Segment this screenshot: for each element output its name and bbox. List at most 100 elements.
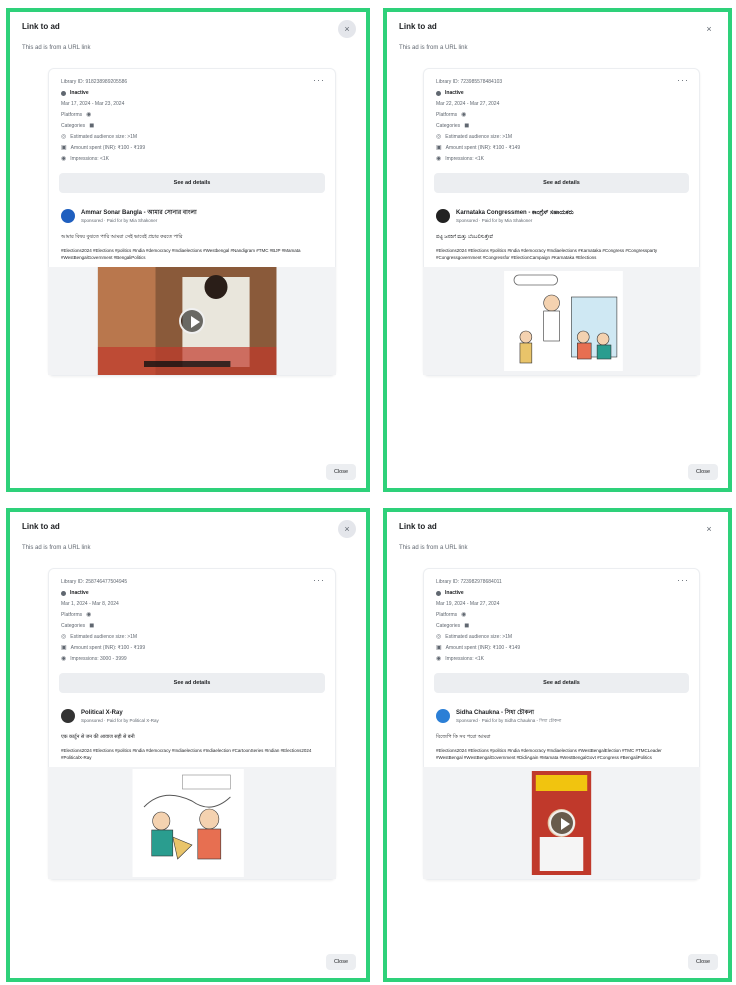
- close-icon[interactable]: ×: [700, 20, 718, 38]
- ad-card: Library ID: 723982978684011 ··· Inactive…: [423, 568, 700, 880]
- platform-icon: ◉: [461, 112, 467, 118]
- avatar[interactable]: [61, 709, 75, 723]
- date-range: Mar 19, 2024 - Mar 27, 2024: [436, 601, 500, 607]
- status-dot-icon: [61, 591, 66, 596]
- see-ad-details-button[interactable]: See ad details: [59, 673, 325, 693]
- status-dot-icon: [436, 91, 441, 96]
- sponsored-label: Sponsored · Paid for by Political X-Ray: [81, 717, 159, 723]
- close-icon[interactable]: ×: [700, 520, 718, 538]
- category-icon: ◼: [464, 623, 470, 629]
- impressions: Impressions: 3000 - 3999: [70, 656, 127, 662]
- close-button[interactable]: Close: [687, 954, 718, 970]
- dialog-subtitle: This ad is from a URL link: [22, 45, 91, 51]
- close-button[interactable]: Close: [325, 954, 356, 970]
- close-icon[interactable]: ×: [338, 520, 356, 538]
- see-ad-details-button[interactable]: See ad details: [434, 173, 689, 193]
- category-icon: ◼: [89, 623, 95, 629]
- categories-label: Categories: [436, 623, 461, 629]
- more-options-icon[interactable]: ···: [677, 75, 689, 86]
- see-ad-details-button[interactable]: See ad details: [434, 673, 689, 693]
- ad-dialog: Link to ad This ad is from a URL link × …: [6, 8, 370, 492]
- avatar[interactable]: [436, 709, 450, 723]
- more-options-icon[interactable]: ···: [313, 75, 325, 86]
- cartoon-image: [48, 767, 336, 879]
- amount-spent: Amount spent (INR): ₹100 - ₹199: [70, 645, 146, 651]
- status-text: Inactive: [70, 590, 89, 596]
- audience-icon: ◎: [61, 634, 67, 640]
- ad-hashtags: #Elections2024 #Elections #politics #Ind…: [61, 748, 312, 760]
- impressions: Impressions: <1K: [445, 156, 485, 162]
- platforms-label: Platforms: [436, 112, 458, 118]
- dialog-subtitle: This ad is from a URL link: [399, 45, 468, 51]
- status-dot-icon: [436, 591, 441, 596]
- impressions-icon: ◉: [436, 656, 442, 662]
- ad-image[interactable]: [423, 267, 700, 375]
- ad-dialog: Link to ad This ad is from a URL link × …: [383, 508, 732, 982]
- dialog-subtitle: This ad is from a URL link: [399, 545, 468, 551]
- library-id: Library ID: 918238989205586: [61, 79, 128, 85]
- more-options-icon[interactable]: ···: [313, 575, 325, 586]
- ad-card: Library ID: 918238989205586 ··· Inactive…: [48, 68, 336, 376]
- platform-icon: ◉: [86, 112, 92, 118]
- ad-hashtags: #Elections2024 #Elections #politics #Ind…: [436, 748, 662, 760]
- date-range: Mar 17, 2024 - Mar 23, 2024: [61, 101, 125, 107]
- ad-image[interactable]: [48, 767, 336, 879]
- advertiser-name[interactable]: Karnataka Congressmen - ಕಾಂಗ್ರೆಸ್ ಸಹಾಯಕರ…: [456, 209, 574, 217]
- ad-body-text: एक कार्टून से जन की आवाज सही से बनी: [61, 734, 135, 740]
- sponsored-label: Sponsored · Paid for by Sidha Chaukna - …: [456, 717, 562, 723]
- library-id: Library ID: 723985578484103: [436, 79, 503, 85]
- play-icon[interactable]: [548, 810, 575, 836]
- more-options-icon[interactable]: ···: [677, 575, 689, 586]
- status-dot-icon: [61, 91, 66, 96]
- impressions-icon: ◉: [61, 156, 67, 162]
- money-icon: ▣: [61, 645, 67, 651]
- platform-icon: ◉: [461, 612, 467, 618]
- audience-size: Estimated audience size: >1M: [445, 134, 513, 140]
- close-button[interactable]: Close: [325, 464, 356, 480]
- advertiser-name[interactable]: Sidha Chaukna - সিধা চৌকনা: [456, 709, 561, 717]
- sponsored-label: Sponsored · Paid for by Mia Shakoner: [81, 217, 158, 223]
- library-id: Library ID: 723982978684011: [436, 579, 502, 585]
- avatar[interactable]: [436, 209, 450, 223]
- category-icon: ◼: [464, 123, 470, 129]
- ad-hashtags: #Elections2024 #Elections #politics #Ind…: [436, 248, 658, 260]
- ad-dialog: Link to ad This ad is from a URL link × …: [383, 8, 732, 492]
- amount-spent: Amount spent (INR): ₹100 - ₹199: [70, 145, 146, 151]
- avatar[interactable]: [61, 209, 75, 223]
- dialog-title: Link to ad: [399, 22, 437, 31]
- advertiser-name[interactable]: Political X-Ray: [81, 709, 159, 717]
- ad-video[interactable]: [48, 267, 336, 375]
- categories-label: Categories: [61, 123, 86, 129]
- date-range: Mar 1, 2024 - Mar 8, 2024: [61, 601, 119, 607]
- see-ad-details-button[interactable]: See ad details: [59, 173, 325, 193]
- advertiser-header: Political X-Ray Sponsored · Paid for by …: [49, 705, 335, 727]
- ad-video[interactable]: [423, 767, 700, 879]
- ad-meta: Library ID: 723982978684011 ··· Inactive…: [424, 569, 699, 669]
- ad-card: Library ID: 723985578484103 ··· Inactive…: [423, 68, 700, 376]
- play-icon[interactable]: [179, 308, 205, 334]
- category-icon: ◼: [89, 123, 95, 129]
- dialog-title: Link to ad: [399, 522, 437, 531]
- library-id: Library ID: 258746477504945: [61, 579, 128, 585]
- ad-body-text: বিজেপি কি সব পরো আমরা: [436, 734, 491, 740]
- money-icon: ▣: [61, 145, 67, 151]
- ad-body-text: আমার বিষয় বুঝতে পারি আমরা সেই ভাবেই প্র…: [61, 234, 183, 240]
- date-range: Mar 22, 2024 - Mar 27, 2024: [436, 101, 500, 107]
- advertiser-header: Sidha Chaukna - সিধা চৌকনা Sponsored · P…: [424, 705, 699, 727]
- ad-hashtags: #Elections2024 #Elections #politics #Ind…: [61, 248, 301, 260]
- categories-label: Categories: [436, 123, 461, 129]
- ad-meta: Library ID: 723985578484103 ··· Inactive…: [424, 69, 699, 169]
- close-button[interactable]: Close: [687, 464, 718, 480]
- money-icon: ▣: [436, 145, 442, 151]
- impressions: Impressions: <1K: [445, 656, 485, 662]
- status-text: Inactive: [445, 90, 464, 96]
- advertiser-name[interactable]: Ammar Sonar Bangla - আমার সোনার বাংলা: [81, 209, 197, 217]
- audience-icon: ◎: [436, 634, 442, 640]
- platforms-label: Platforms: [61, 112, 83, 118]
- audience-size: Estimated audience size: >1M: [70, 134, 138, 140]
- audience-icon: ◎: [61, 134, 67, 140]
- amount-spent: Amount spent (INR): ₹100 - ₹149: [445, 145, 521, 151]
- impressions: Impressions: <1K: [70, 156, 110, 162]
- amount-spent: Amount spent (INR): ₹100 - ₹149: [445, 645, 521, 651]
- close-icon[interactable]: ×: [338, 20, 356, 38]
